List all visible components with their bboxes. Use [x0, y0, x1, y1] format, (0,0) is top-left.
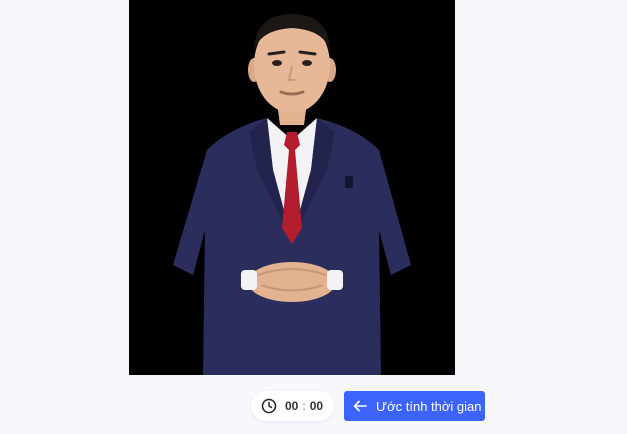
timer-seconds: 00 [309, 399, 324, 413]
clock-icon [261, 398, 277, 414]
timer-minutes: 00 [285, 399, 299, 413]
estimate-time-button[interactable]: Ước tính thời gian [344, 391, 485, 421]
arrow-left-icon [352, 398, 368, 414]
page: 00 : 00 Ước tính thời gian [0, 0, 627, 434]
timer-value: 00 : 00 [285, 399, 323, 413]
estimate-time-label: Ước tính thời gian [376, 398, 482, 414]
timer-display: 00 : 00 [251, 391, 334, 421]
avatar-video-preview[interactable] [129, 0, 455, 375]
presenter-avatar-image [129, 0, 455, 375]
timer-separator: : [302, 399, 306, 413]
